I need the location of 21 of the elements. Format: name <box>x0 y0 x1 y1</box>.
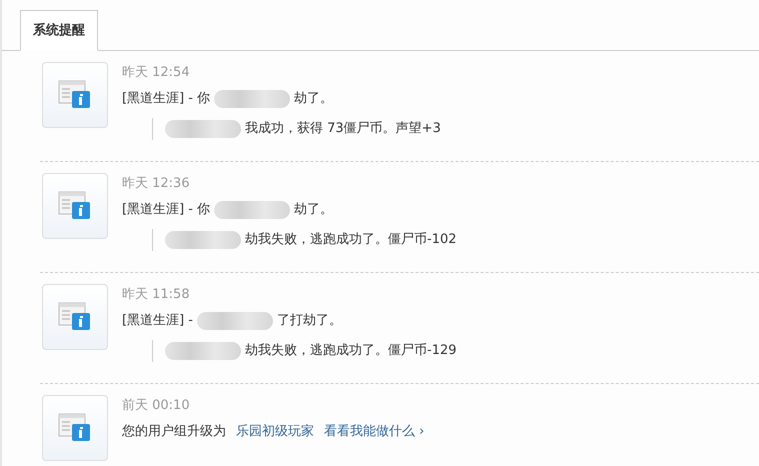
notice-time: 昨天 12:36 <box>122 175 191 193</box>
notice-link[interactable]: 看看我能做什么 › <box>324 421 424 443</box>
info-window-icon <box>58 80 92 110</box>
info-window-icon <box>58 302 92 332</box>
notice-text: 您的用户组升级为 <box>122 423 226 441</box>
notice-text: 劫了。 <box>294 90 334 108</box>
notice-text: 了打劫了。 <box>276 312 342 330</box>
notice-time: 前天 00:10 <box>122 397 191 415</box>
notice-time: 昨天 12:54 <box>122 64 191 82</box>
tab[interactable]: 系统提醒 <box>20 10 98 51</box>
notice-text: 我成功，获得 73僵尸币。声望+3 <box>245 120 441 138</box>
notice-text: [黑道生涯] - <box>122 312 193 330</box>
notice-text: 劫我失败，逃跑成功了。僵尸币-102 <box>245 231 457 249</box>
info-window-icon <box>58 191 92 221</box>
info-window-icon <box>58 413 92 443</box>
notice-text: [黑道生涯] - 你 <box>122 90 210 108</box>
notice-text: 劫我失败，逃跑成功了。僵尸币-129 <box>245 342 457 360</box>
notice-time: 昨天 11:58 <box>122 286 191 304</box>
notice-text: [黑道生涯] - 你 <box>122 201 210 219</box>
notice-link[interactable]: 乐园初级玩家 <box>236 421 314 443</box>
notice-text: 劫了。 <box>294 201 334 219</box>
